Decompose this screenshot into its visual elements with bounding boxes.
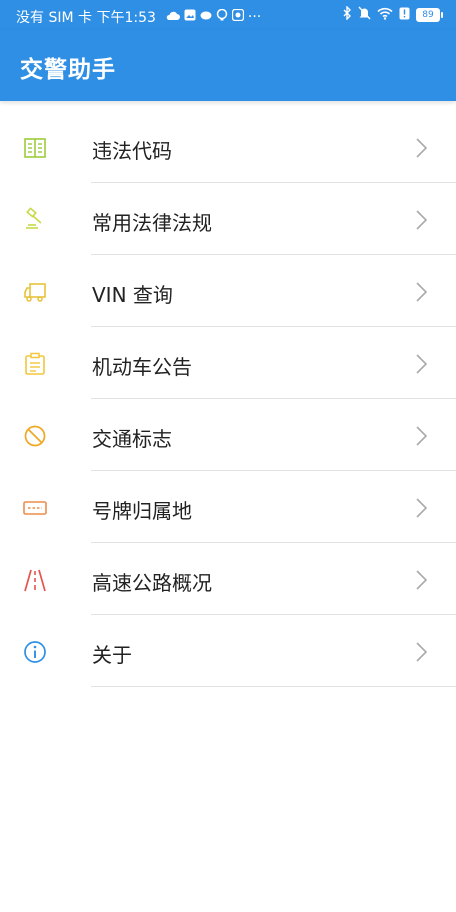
menu-item-laws[interactable]: 常用法律法规	[0, 183, 456, 255]
chevron-right-icon	[414, 425, 428, 447]
menu-list: 违法代码 常用法律法规 VIN 查询 机动车公告 交通标志 号牌归属地 高速公路…	[0, 111, 456, 687]
bulb-icon	[216, 8, 228, 25]
license-plate-icon	[22, 495, 48, 521]
book-icon	[22, 135, 48, 161]
no-entry-icon	[22, 423, 48, 449]
menu-item-plate-origin[interactable]: 号牌归属地	[0, 471, 456, 543]
menu-item-label: 高速公路概况	[92, 571, 212, 595]
chevron-right-icon	[414, 497, 428, 519]
alert-icon	[399, 7, 410, 24]
menu-item-highway-overview[interactable]: 高速公路概况	[0, 543, 456, 615]
cloud-icon	[166, 9, 180, 25]
truck-icon	[22, 279, 48, 305]
wifi-icon	[377, 7, 393, 24]
menu-item-label: 机动车公告	[92, 355, 192, 379]
gavel-icon	[22, 207, 48, 233]
chevron-right-icon	[414, 281, 428, 303]
chevron-right-icon	[414, 569, 428, 591]
menu-item-vin-lookup[interactable]: VIN 查询	[0, 255, 456, 327]
status-left: 没有 SIM 卡 下午1:53 ···	[16, 7, 261, 27]
app-icon	[231, 8, 245, 25]
page-title: 交警助手	[20, 57, 116, 83]
bluetooth-icon	[343, 5, 352, 24]
highway-icon	[22, 567, 48, 593]
menu-item-label: VIN 查询	[92, 283, 173, 307]
menu-item-label: 交通标志	[92, 427, 172, 451]
status-bar: 没有 SIM 卡 下午1:53 ··· 89	[0, 0, 456, 30]
chat-bubble-icon	[200, 9, 212, 25]
mute-bell-icon	[358, 6, 371, 24]
notification-icons: ···	[162, 8, 262, 25]
chevron-right-icon	[414, 641, 428, 663]
menu-item-label: 违法代码	[92, 139, 172, 163]
battery-indicator: 89	[416, 8, 443, 22]
chevron-right-icon	[414, 209, 428, 231]
menu-item-violation-codes[interactable]: 违法代码	[0, 111, 456, 183]
clipboard-icon	[22, 351, 48, 377]
status-right: 89	[337, 5, 443, 24]
menu-item-about[interactable]: 关于	[0, 615, 456, 687]
menu-item-traffic-signs[interactable]: 交通标志	[0, 399, 456, 471]
status-text: 没有 SIM 卡 下午1:53	[16, 10, 156, 26]
menu-item-vehicle-announcement[interactable]: 机动车公告	[0, 327, 456, 399]
menu-item-label: 号牌归属地	[92, 499, 192, 523]
app-bar: 交警助手	[0, 30, 456, 101]
menu-item-label: 常用法律法规	[92, 211, 212, 235]
chevron-right-icon	[414, 353, 428, 375]
chevron-right-icon	[414, 137, 428, 159]
photo-icon	[184, 9, 196, 25]
menu-item-label: 关于	[92, 643, 132, 667]
more-notifications: ···	[247, 9, 262, 25]
info-icon	[22, 639, 48, 665]
divider	[91, 686, 456, 687]
